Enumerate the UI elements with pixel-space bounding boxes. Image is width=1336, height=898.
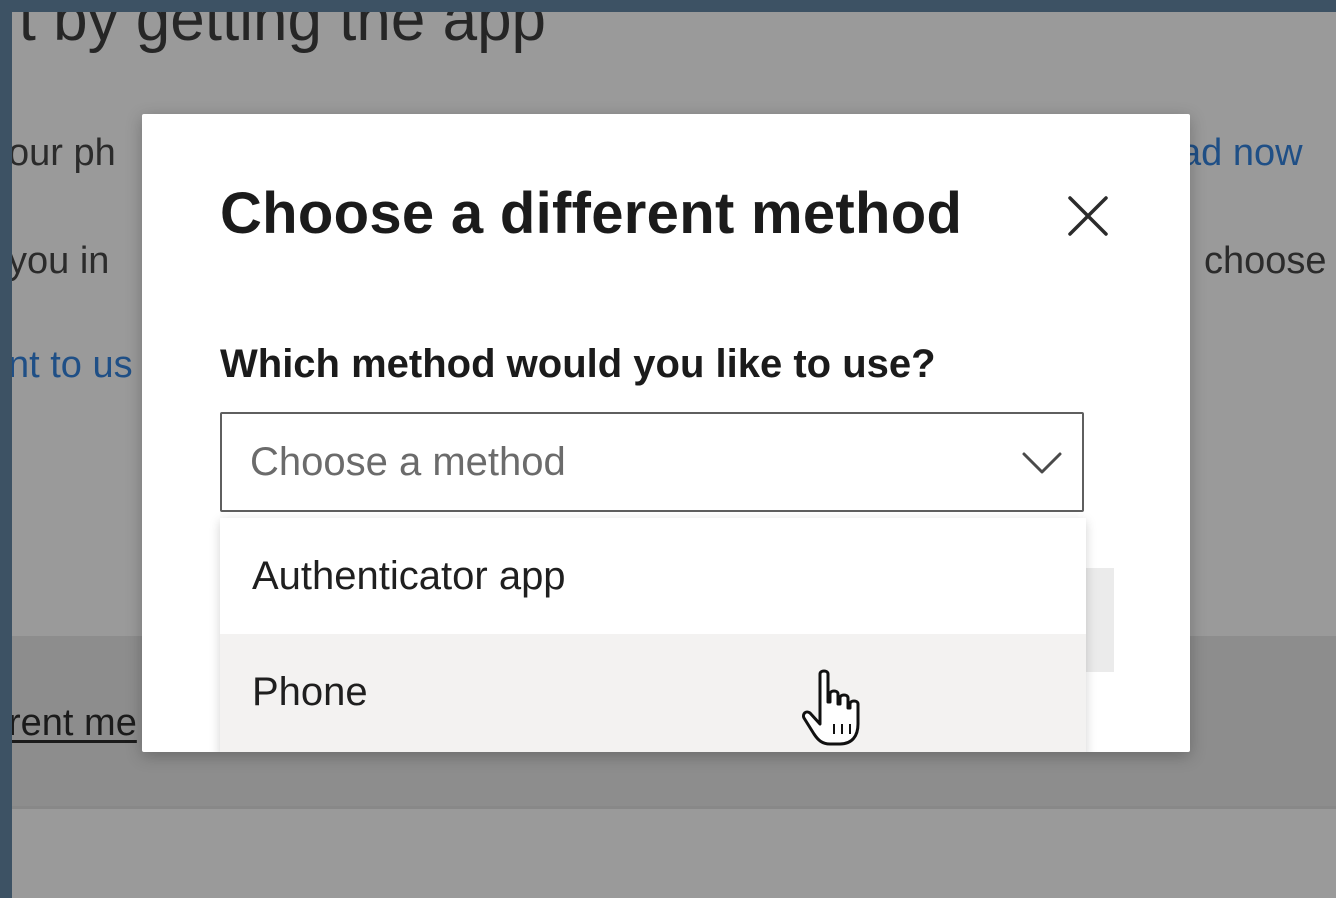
page-text-line: choose [1204,240,1327,282]
option-label: Phone [252,670,368,714]
option-phone[interactable]: Phone [220,634,1086,752]
choose-method-dialog: Choose a different method Which method w… [142,114,1190,752]
page-text-line: our ph [12,132,116,174]
method-select[interactable]: Choose a method [220,412,1084,512]
close-button[interactable] [1062,190,1114,242]
different-method-link: rent me [12,702,137,744]
select-placeholder: Choose a method [250,440,566,484]
close-icon [1068,196,1108,236]
page-link: nt to us [12,344,133,386]
chevron-down-icon [1020,448,1064,478]
page-heading: rt by getting the app [12,12,547,54]
page-text-line: you in [12,240,110,282]
divider [12,806,1336,809]
option-authenticator-app[interactable]: Authenticator app [220,518,1086,634]
download-link: ad now [1180,132,1303,174]
method-question-label: Which method would you like to use? [220,342,936,386]
option-label: Authenticator app [252,554,566,598]
dialog-title: Choose a different method [220,181,963,246]
background-page: rt by getting the app our ph you in nt t… [12,12,1336,898]
method-dropdown-list: Authenticator app Phone [220,518,1086,752]
